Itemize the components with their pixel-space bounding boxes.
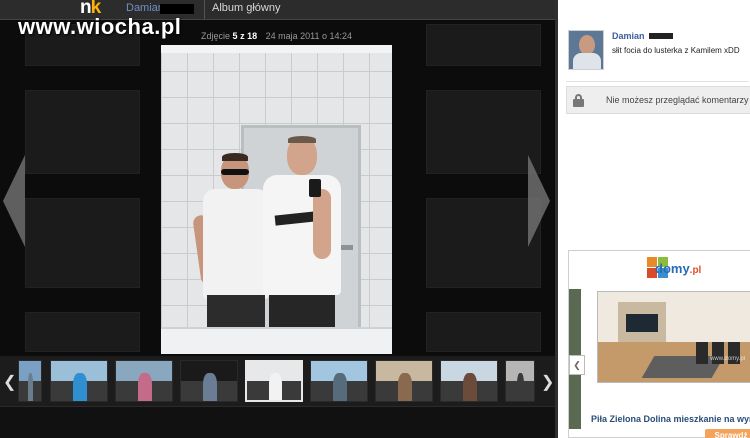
divider (566, 81, 749, 82)
author-name[interactable]: Damian (612, 31, 645, 41)
ad-brand-name: domy (655, 261, 690, 276)
filmstrip-prev-icon[interactable]: ❮ (3, 372, 16, 392)
album-main-link[interactable]: Album główny (212, 2, 280, 14)
divider (204, 0, 205, 19)
filmstrip-thumbnail[interactable] (18, 360, 42, 402)
comments-locked-notice: Nie możesz przeglądać komentarzy (566, 86, 750, 114)
bg-tile (25, 198, 140, 288)
ad-caption[interactable]: Piła Zielona Dolina mieszkanie na wynaje… (591, 414, 750, 424)
photo-sink (161, 327, 392, 354)
filmstrip-thumbnail[interactable] (180, 360, 238, 402)
ad-brand[interactable]: domy.pl (655, 261, 701, 276)
bg-tile (426, 198, 541, 288)
filmstrip-thumbnail-active[interactable] (245, 360, 303, 402)
photo-ceiling (161, 45, 392, 53)
photo-description: słit focia do lusterka z Kamilem xDD (612, 46, 740, 55)
bg-tile (426, 312, 541, 352)
filmstrip-next-icon[interactable]: ❯ (541, 372, 554, 392)
bg-tile (426, 90, 541, 174)
filmstrip-thumbnail[interactable] (440, 360, 498, 402)
filmstrip-thumbnail[interactable] (375, 360, 433, 402)
lock-icon (573, 94, 584, 107)
counter-of: z (240, 31, 245, 41)
bg-tile (25, 90, 140, 174)
user-link[interactable]: Damian (126, 2, 164, 14)
filmstrip-thumbnail[interactable] (115, 360, 173, 402)
filmstrip-thumbnail[interactable] (505, 360, 535, 402)
counter-current: 5 (232, 31, 238, 41)
filmstrip-thumbnail[interactable] (310, 360, 368, 402)
side-panel: Damian słit focia do lusterka z Kamilem … (555, 0, 750, 438)
ad-brand-tld: .pl (689, 265, 702, 276)
author-avatar[interactable] (568, 30, 604, 70)
phone-icon (309, 179, 321, 197)
counter-prefix: Zdjęcie (201, 31, 231, 41)
site-watermark: www.wiocha.pl (18, 14, 182, 39)
comments-locked-text: Nie możesz przeglądać komentarzy (606, 95, 749, 105)
filmstrip-thumbnail[interactable] (50, 360, 108, 402)
ad-prev-arrow[interactable]: ❮ (569, 355, 585, 375)
ad-photo-watermark: www.domy.pl (710, 356, 745, 362)
counter-total: 18 (247, 31, 258, 41)
redaction-bar (649, 33, 673, 39)
advertisement[interactable]: domy.pl ❮ www.domy.pl Piła Zielona Dolin… (568, 250, 750, 438)
photo-viewer: nk Damian Album główny www.wiocha.pl Zdj… (0, 0, 750, 438)
bottom-bar (0, 406, 555, 438)
ad-listing-photo[interactable]: www.domy.pl (597, 291, 750, 383)
main-photo[interactable] (161, 45, 392, 354)
photo-person-right (263, 136, 343, 335)
photo-date: 24 maja 2011 o 14:24 (265, 31, 353, 41)
bg-tile (426, 24, 541, 66)
thumbnail-filmstrip: ❮ ❯ (0, 356, 555, 406)
redaction-bar (160, 4, 194, 14)
bg-tile (25, 312, 140, 352)
photo-counter: Zdjęcie 5 z 18 24 maja 2011 o 14:24 (201, 31, 352, 41)
ad-check-button[interactable]: Sprawdź (705, 429, 750, 438)
